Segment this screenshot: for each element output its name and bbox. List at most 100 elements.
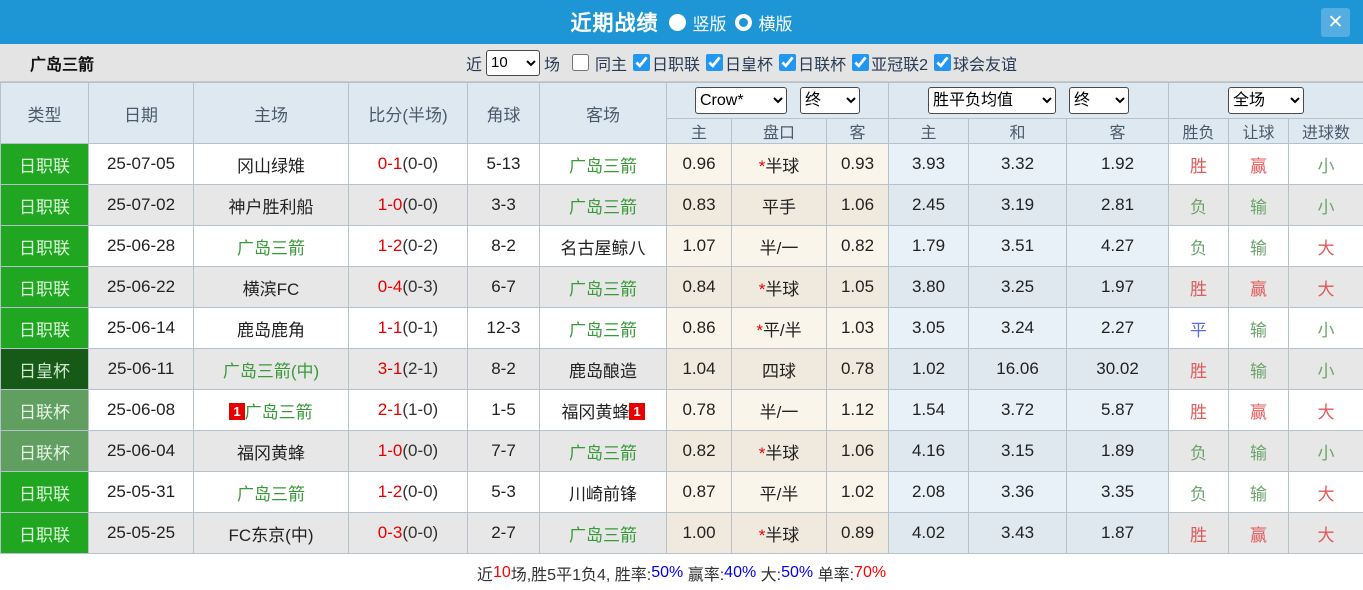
sub-header-cell: 盘口 [731, 118, 827, 144]
wdl-cell: 胜 [1168, 348, 1230, 390]
wdl-cell: 胜 [1168, 512, 1230, 554]
summary-footer: 近 10 场,胜5平1负4, 胜率: 50% 赢率: 40% 大: 50% 单率: 70% [0, 554, 1363, 590]
date-cell: 25-06-14 [88, 307, 194, 349]
summary-segment: 10 [492, 564, 511, 581]
eu-home-odds: 2.08 [888, 471, 970, 513]
fulltime-score: 0-4 [377, 277, 403, 296]
layout-radio-horizontal[interactable]: 横版 [734, 10, 793, 35]
eu-away-odds: 1.89 [1066, 430, 1170, 472]
goal-cell: 小 [1288, 143, 1363, 185]
halftime-score: (2-1) [402, 359, 439, 378]
eu-away-odds: 2.27 [1066, 307, 1170, 349]
score-cell: 0-3(0-0) [348, 512, 468, 554]
date-cell: 25-05-31 [88, 471, 194, 513]
home-cell: 福冈黄蜂 [193, 430, 349, 472]
eu-home-odds: 4.02 [888, 512, 970, 554]
eu-draw-odds: 3.25 [968, 266, 1068, 308]
type-badge: 日职联 [0, 184, 89, 226]
scope-select[interactable]: 全场 [1228, 87, 1305, 114]
home-team: 广岛三箭(中) [222, 361, 320, 381]
ah-line-cell: *半球 [731, 143, 827, 185]
score-cell: 0-4(0-3) [348, 266, 468, 308]
close-button[interactable]: ✕ [1321, 8, 1350, 37]
table-row: 日职联 25-06-22 横滨FC 0-4(0-3) 6-7 广岛三箭 0.84… [0, 266, 1363, 308]
radio-icon[interactable] [734, 13, 752, 31]
ah-line: 半/一 [759, 402, 799, 422]
away-team: 广岛三箭 [569, 525, 637, 545]
fulltime-score: 1-2 [377, 236, 403, 255]
away-cell: 广岛三箭 [539, 512, 667, 554]
halftime-score: (0-3) [402, 277, 439, 296]
goal-cell: 大 [1288, 512, 1363, 554]
goal-cell: 大 [1288, 471, 1363, 513]
corner-cell: 12-3 [467, 307, 540, 349]
eu-draw-odds: 3.72 [968, 389, 1068, 431]
filter-checkbox-3[interactable]: 日联杯 [773, 51, 846, 75]
ah-home-odds: 0.96 [666, 143, 732, 185]
score-cell: 1-1(0-1) [348, 307, 468, 349]
home-cell: 神户胜利船 [193, 184, 349, 226]
filter-checkbox-4[interactable]: 亚冠联2 [846, 51, 928, 75]
corner-cell: 8-2 [467, 348, 540, 390]
away-cell: 名古屋鲸八 [539, 225, 667, 267]
type-badge: 日职联 [0, 471, 89, 513]
matches-count-select[interactable]: 10 [486, 49, 540, 76]
team-name: 广岛三箭 [30, 56, 95, 74]
type-badge: 日职联 [0, 307, 89, 349]
results-tbody: 日职联 25-07-05 冈山绿雉 0-1(0-0) 5-13 广岛三箭 0.9… [0, 143, 1363, 554]
table-row: 日联杯 25-06-08 1 广岛三箭 2-1(1-0) 1-5 福冈黄蜂 1 0.… [0, 389, 1363, 431]
ah-home-odds: 0.83 [666, 184, 732, 226]
ah-line-cell: *平/半 [731, 307, 827, 349]
odds-time-select-2[interactable]: 终 [1069, 87, 1130, 114]
summary-segment: 50% [781, 564, 814, 581]
checkbox-input[interactable] [852, 54, 870, 71]
corner-cell: 6-7 [467, 266, 540, 308]
radio-icon[interactable] [668, 13, 686, 31]
table-row: 日职联 25-05-25 FC东京(中) 0-3(0-0) 2-7 广岛三箭 1… [0, 512, 1363, 554]
let-cell: 输 [1228, 307, 1290, 349]
eu-draw-odds: 3.43 [968, 512, 1068, 554]
ah-line: 半/一 [759, 238, 799, 258]
odds-time-select-1[interactable]: 终 [800, 87, 860, 114]
eu-draw-odds: 3.24 [968, 307, 1068, 349]
ah-away-odds: 1.03 [825, 307, 890, 349]
goal-cell: 小 [1288, 348, 1363, 390]
fulltime-score: 1-2 [377, 482, 403, 501]
fulltime-score: 1-1 [377, 318, 403, 337]
checkbox-label: 日联杯 [798, 56, 847, 74]
date-cell: 25-07-02 [88, 184, 194, 226]
average-odds-select[interactable]: 胜平负均值 [928, 87, 1057, 114]
checkbox-input[interactable] [706, 54, 724, 71]
checkbox-input[interactable] [933, 54, 951, 71]
away-team: 川崎前锋 [569, 484, 637, 504]
away-cell: 广岛三箭 [539, 307, 667, 349]
checkbox-label: 日皇杯 [725, 56, 774, 74]
filter-checkbox-0[interactable]: 同主 [564, 51, 627, 75]
filter-checkbox-5[interactable]: 球会友谊 [928, 51, 1017, 75]
layout-radio-vertical[interactable]: 竖版 [668, 10, 727, 35]
corner-cell: 7-7 [467, 430, 540, 472]
ah-home-odds: 0.82 [666, 430, 732, 472]
let-cell: 输 [1228, 348, 1290, 390]
halftime-score: (0-0) [402, 523, 439, 542]
away-cell: 广岛三箭 [539, 430, 667, 472]
ah-home-odds: 0.86 [666, 307, 732, 349]
filter-checkbox-2[interactable]: 日皇杯 [700, 51, 773, 75]
checkbox-input[interactable] [779, 54, 797, 71]
away-team: 广岛三箭 [569, 443, 637, 463]
ah-home-odds: 0.84 [666, 266, 732, 308]
home-team: 横滨FC [242, 279, 300, 299]
checkbox-input[interactable] [572, 54, 590, 71]
average-odds-header: 胜平负均值 终 [888, 82, 1170, 119]
eu-away-odds: 3.35 [1066, 471, 1170, 513]
ah-home-odds: 1.04 [666, 348, 732, 390]
summary-segment: 单率: [813, 567, 855, 584]
filter-checkbox-1[interactable]: 日职联 [627, 51, 700, 75]
home-team: 福冈黄蜂 [237, 443, 305, 463]
matches-label: 场 [544, 56, 561, 74]
ah-away-odds: 0.89 [825, 512, 890, 554]
odds-source-select[interactable]: Crow* [695, 87, 787, 114]
checkbox-input[interactable] [633, 54, 651, 71]
eu-home-odds: 4.16 [888, 430, 970, 472]
fulltime-score: 1-0 [377, 441, 403, 460]
